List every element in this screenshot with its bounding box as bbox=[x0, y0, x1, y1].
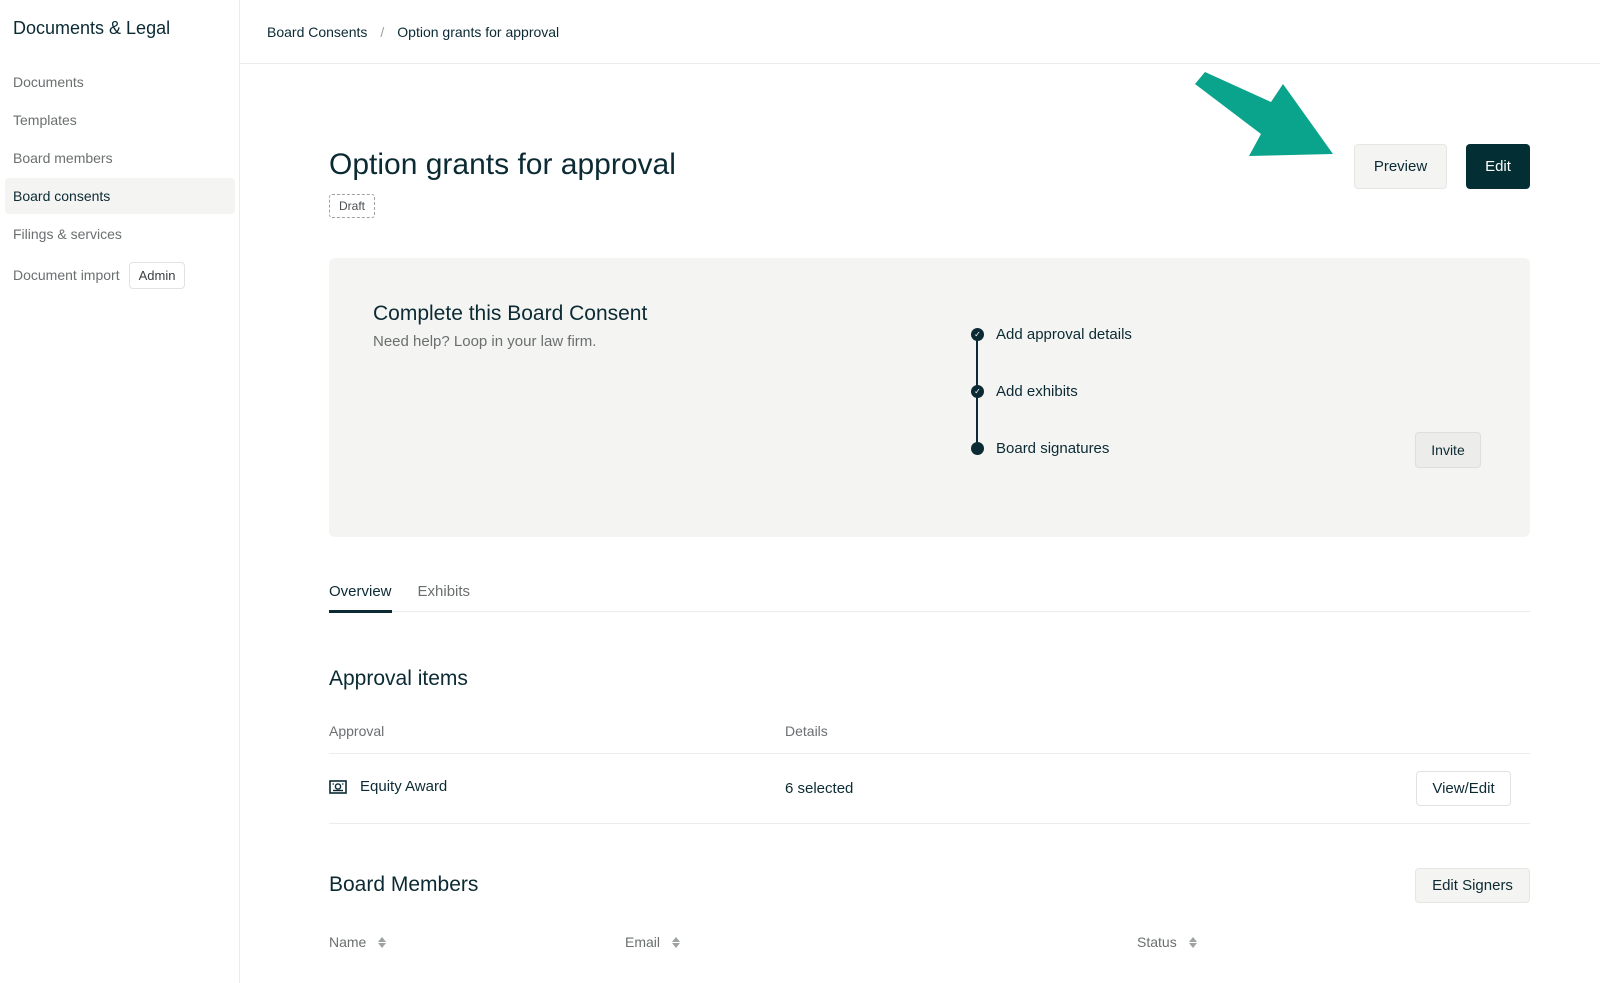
step-dot-icon bbox=[971, 442, 984, 455]
app-title: Documents & Legal bbox=[13, 18, 171, 38]
edit-signers-button[interactable]: Edit Signers bbox=[1415, 868, 1530, 903]
column-header-approval: Approval bbox=[329, 723, 385, 739]
check-icon: ✓ bbox=[971, 385, 984, 398]
tab-exhibits[interactable]: Exhibits bbox=[418, 572, 471, 612]
sidebar-item-templates[interactable]: Templates bbox=[5, 102, 235, 138]
step-label: Add approval details bbox=[996, 326, 1132, 343]
column-header-name[interactable]: Name bbox=[329, 934, 387, 950]
step-label: Board signatures bbox=[996, 440, 1110, 457]
sidebar-item-documents[interactable]: Documents bbox=[5, 64, 235, 100]
page-title: Option grants for approval bbox=[329, 148, 676, 181]
app: Documents & Legal Documents Templates Bo… bbox=[0, 0, 1600, 983]
preview-button[interactable]: Preview bbox=[1354, 144, 1447, 189]
consent-progress-card: Complete this Board Consent Need help? L… bbox=[329, 258, 1530, 537]
divider bbox=[329, 753, 1530, 754]
edit-button[interactable]: Edit bbox=[1466, 144, 1530, 189]
divider bbox=[329, 823, 1530, 824]
invite-button[interactable]: Invite bbox=[1415, 432, 1481, 468]
sidebar-item-label: Document import bbox=[13, 267, 120, 283]
sidebar-item-filings-services[interactable]: Filings & services bbox=[5, 216, 235, 252]
table-row: Equity Award bbox=[329, 778, 447, 795]
sidebar-nav: Documents Templates Board members Board … bbox=[5, 64, 235, 298]
column-header-email[interactable]: Email bbox=[625, 934, 681, 950]
breadcrumb-current: Option grants for approval bbox=[397, 23, 560, 40]
admin-badge: Admin bbox=[128, 261, 186, 289]
sidebar: Documents & Legal Documents Templates Bo… bbox=[0, 0, 240, 983]
view-edit-button[interactable]: View/Edit bbox=[1416, 771, 1511, 806]
sort-icon[interactable] bbox=[672, 936, 681, 948]
step-label: Add exhibits bbox=[996, 383, 1078, 400]
approval-name: Equity Award bbox=[360, 778, 448, 795]
breadcrumb-separator: / bbox=[380, 23, 385, 40]
arrow-annotation-icon bbox=[1195, 72, 1333, 156]
step-add-exhibits: ✓ Add exhibits bbox=[971, 383, 1078, 400]
sidebar-item-board-members[interactable]: Board members bbox=[5, 140, 235, 176]
column-label: Email bbox=[625, 934, 661, 950]
board-members-title: Board Members bbox=[329, 873, 479, 896]
step-board-signatures: Board signatures bbox=[971, 440, 1109, 457]
sort-icon[interactable] bbox=[1188, 936, 1197, 948]
status-badge: Draft bbox=[329, 194, 376, 218]
card-title: Complete this Board Consent bbox=[373, 302, 648, 325]
check-icon: ✓ bbox=[971, 328, 984, 341]
approval-items-title: Approval items bbox=[329, 667, 468, 690]
column-label: Status bbox=[1137, 934, 1177, 950]
tab-overview[interactable]: Overview bbox=[329, 572, 392, 613]
sidebar-item-document-import[interactable]: Document import Admin bbox=[5, 254, 235, 296]
column-header-details: Details bbox=[785, 723, 828, 739]
approval-details: 6 selected bbox=[785, 780, 854, 797]
sort-icon[interactable] bbox=[378, 936, 387, 948]
breadcrumb-parent-link[interactable]: Board Consents bbox=[267, 24, 367, 40]
column-header-status[interactable]: Status bbox=[1137, 934, 1197, 950]
step-add-approval-details: ✓ Add approval details bbox=[971, 326, 1132, 343]
breadcrumb: Board Consents / Option grants for appro… bbox=[240, 0, 1600, 64]
card-subtitle: Need help? Loop in your law firm. bbox=[373, 333, 597, 350]
certificate-icon bbox=[329, 779, 347, 794]
sidebar-item-board-consents[interactable]: Board consents bbox=[5, 178, 235, 214]
column-label: Name bbox=[329, 934, 367, 950]
tab-bar: Overview Exhibits bbox=[329, 572, 1530, 613]
